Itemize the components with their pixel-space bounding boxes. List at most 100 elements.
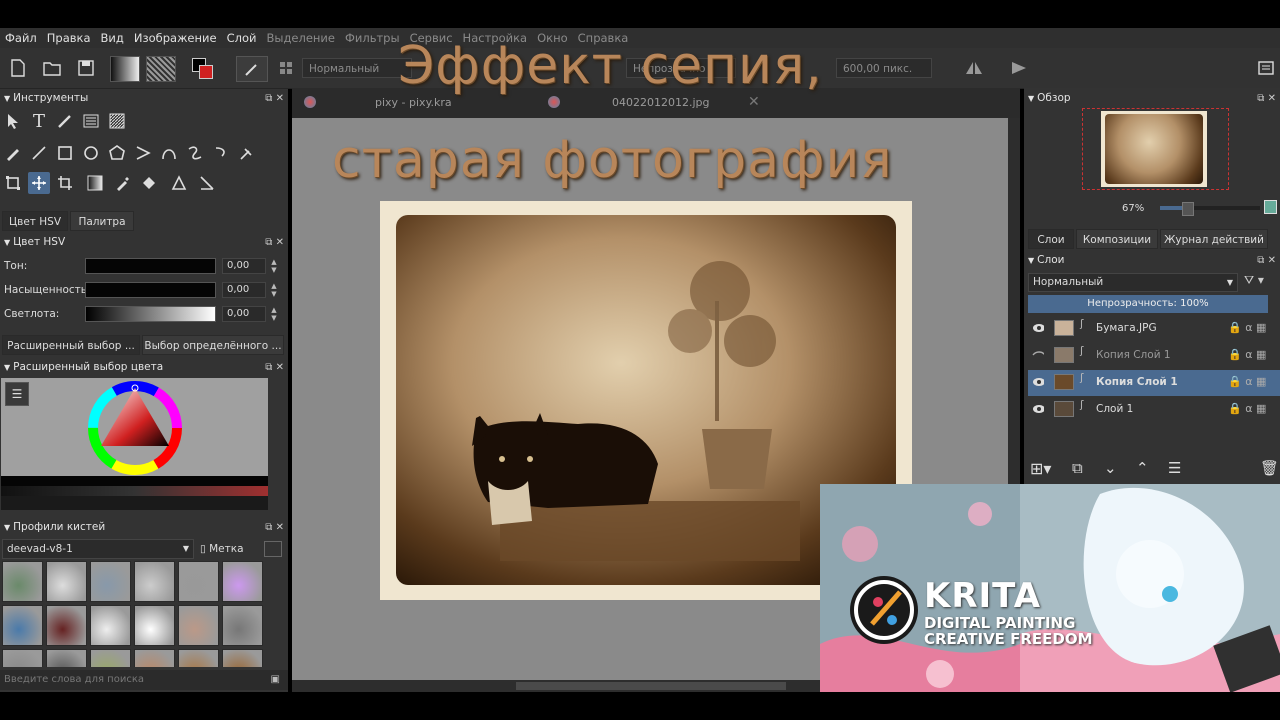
float-close-icon[interactable]: ⧉ ✕ <box>265 93 284 104</box>
mirror-horizontal-icon[interactable] <box>962 56 986 80</box>
brush-search-input[interactable]: Введите слова для поиска ▣ <box>0 670 288 690</box>
hsv-slider[interactable] <box>85 258 216 274</box>
save-icon[interactable]: ▣ <box>271 670 280 690</box>
layer-row[interactable]: ʃ Бумага.JPG 🔒 α ▦ <box>1028 316 1280 342</box>
float-close-icon[interactable]: ⧉ ✕ <box>265 362 284 373</box>
color-wheel[interactable] <box>87 380 183 476</box>
mirror-vertical-icon[interactable] <box>1008 56 1032 80</box>
hsv-value-field[interactable]: 0,00 <box>222 258 266 274</box>
tab[interactable]: Журнал действий <box>1160 229 1268 249</box>
layer-properties-icon[interactable]: ☰ <box>1168 459 1181 477</box>
tab[interactable]: Выбор определённого ... <box>142 335 284 355</box>
crop-transform-icon[interactable] <box>2 172 24 194</box>
lock-alpha-icons[interactable]: 🔒 α ▦ <box>1228 375 1266 388</box>
collapse-icon[interactable]: ▼ <box>4 363 10 372</box>
layer-blend-select[interactable]: Нормальный ▼ <box>1028 273 1238 292</box>
dynamic-brush-icon[interactable] <box>210 142 232 164</box>
hsv-value-field[interactable]: 0,00 <box>222 306 266 322</box>
rectangle-tool-icon[interactable] <box>54 142 76 164</box>
lock-alpha-icons[interactable]: 🔒 α ▦ <box>1228 402 1266 415</box>
brush-preset-item[interactable] <box>134 561 175 602</box>
ellipse-tool-icon[interactable] <box>80 142 102 164</box>
collapse-icon[interactable]: ▼ <box>4 94 10 103</box>
calligraphy-icon[interactable] <box>54 110 76 132</box>
tab[interactable]: Расширенный выбор ... <box>2 335 140 355</box>
polyline-tool-icon[interactable] <box>132 142 154 164</box>
duplicate-layer-icon[interactable]: ⧉ <box>1072 459 1083 477</box>
brush-preset-item[interactable] <box>134 649 175 667</box>
tab[interactable]: Палитра <box>70 211 134 231</box>
brush-preset-item[interactable] <box>134 605 175 646</box>
brush-preset-item[interactable] <box>90 561 131 602</box>
close-tab-icon[interactable]: ✕ <box>748 94 760 110</box>
color-picker-icon[interactable] <box>112 172 134 194</box>
crop-tool-icon[interactable] <box>54 172 76 194</box>
save-icon[interactable] <box>74 56 98 80</box>
blend-mode-select[interactable]: Нормальный <box>302 58 412 78</box>
brush-preset-item[interactable] <box>222 605 263 646</box>
brush-preset-item[interactable] <box>90 605 131 646</box>
tab[interactable]: Цвет HSV <box>2 211 68 231</box>
menu-item[interactable]: Вид <box>96 31 129 45</box>
settings-menu-icon[interactable]: ☰ <box>5 382 29 406</box>
add-layer-icon[interactable]: ⊞▾ <box>1030 459 1051 478</box>
spin-icon[interactable]: ▲ ▼ <box>268 282 280 298</box>
float-close-icon[interactable]: ⧉ ✕ <box>1257 255 1276 266</box>
overview-frame[interactable] <box>1082 108 1229 190</box>
collapse-icon[interactable]: ▼ <box>4 523 10 532</box>
new-document-icon[interactable] <box>6 56 30 80</box>
shade-strip-3[interactable] <box>1 496 268 510</box>
zoom-slider[interactable] <box>1160 202 1260 216</box>
gradient-tool-icon[interactable] <box>84 172 106 194</box>
collapse-icon[interactable]: ▼ <box>1028 94 1034 103</box>
multibrush-icon[interactable] <box>236 142 258 164</box>
shade-strip-2[interactable] <box>1 486 268 496</box>
collapse-icon[interactable]: ▼ <box>4 238 10 247</box>
hsv-slider[interactable] <box>85 306 216 322</box>
eye-icon[interactable] <box>1032 376 1044 388</box>
spin-icon[interactable]: ▲ ▼ <box>268 306 280 322</box>
pattern-selector-icon[interactable] <box>146 56 176 82</box>
menu-item[interactable]: Правка <box>42 31 96 45</box>
layer-row[interactable]: ʃ Копия Слой 1 🔒 α ▦ <box>1028 343 1280 369</box>
delete-layer-icon[interactable]: 🗑 <box>1260 459 1279 477</box>
hsv-value-field[interactable]: 0,00 <box>222 282 266 298</box>
display-mode-icon[interactable] <box>264 541 282 557</box>
menu-item[interactable]: Фильтры <box>340 31 405 45</box>
brush-preset-select[interactable]: deevad-v8-1 ▼ <box>2 539 194 559</box>
brush-preset-item[interactable] <box>178 561 219 602</box>
brush-preset-item[interactable] <box>46 649 87 667</box>
edit-shapes-icon[interactable] <box>80 110 102 132</box>
text-tool-icon[interactable]: T <box>28 110 50 132</box>
menu-item[interactable]: Выделение <box>261 31 340 45</box>
menu-item[interactable]: Файл <box>0 31 42 45</box>
filter-icon[interactable]: ⛛ ▾ <box>1244 273 1264 288</box>
move-tool-icon[interactable] <box>28 172 50 194</box>
menu-item[interactable]: Слой <box>222 31 262 45</box>
brush-preset-item[interactable] <box>2 561 43 602</box>
brush-preset-item[interactable] <box>46 561 87 602</box>
gradient-selector-icon[interactable] <box>110 56 140 82</box>
brush-size-field[interactable]: 600,00 пикс. <box>836 58 932 78</box>
open-folder-icon[interactable] <box>40 56 64 80</box>
assistant-tool-icon[interactable] <box>168 172 190 194</box>
workspace-icon[interactable] <box>1254 56 1278 80</box>
tag-select[interactable]: ▯ Метка <box>200 539 260 559</box>
polygon-tool-icon[interactable] <box>106 142 128 164</box>
freehand-path-icon[interactable] <box>184 142 206 164</box>
brush-preset-item[interactable] <box>222 649 263 667</box>
line-tool-icon[interactable] <box>28 142 50 164</box>
spin-icon[interactable]: ▲ ▼ <box>268 258 280 274</box>
brush-preset-icon[interactable] <box>236 56 268 82</box>
menu-item[interactable]: Изображение <box>129 31 222 45</box>
measure-tool-icon[interactable] <box>196 172 218 194</box>
move-down-icon[interactable]: ⌄ <box>1104 459 1117 477</box>
brush-preset-item[interactable] <box>178 605 219 646</box>
layer-row[interactable]: ʃ Слой 1 🔒 α ▦ <box>1028 397 1280 423</box>
color-selector-area[interactable]: ☰ <box>1 378 268 510</box>
float-close-icon[interactable]: ⧉ ✕ <box>265 522 284 533</box>
lock-alpha-icons[interactable]: 🔒 α ▦ <box>1228 321 1266 334</box>
brush-preset-item[interactable] <box>2 649 43 667</box>
hsv-slider[interactable] <box>85 282 216 298</box>
brush-preset-item[interactable] <box>2 605 43 646</box>
